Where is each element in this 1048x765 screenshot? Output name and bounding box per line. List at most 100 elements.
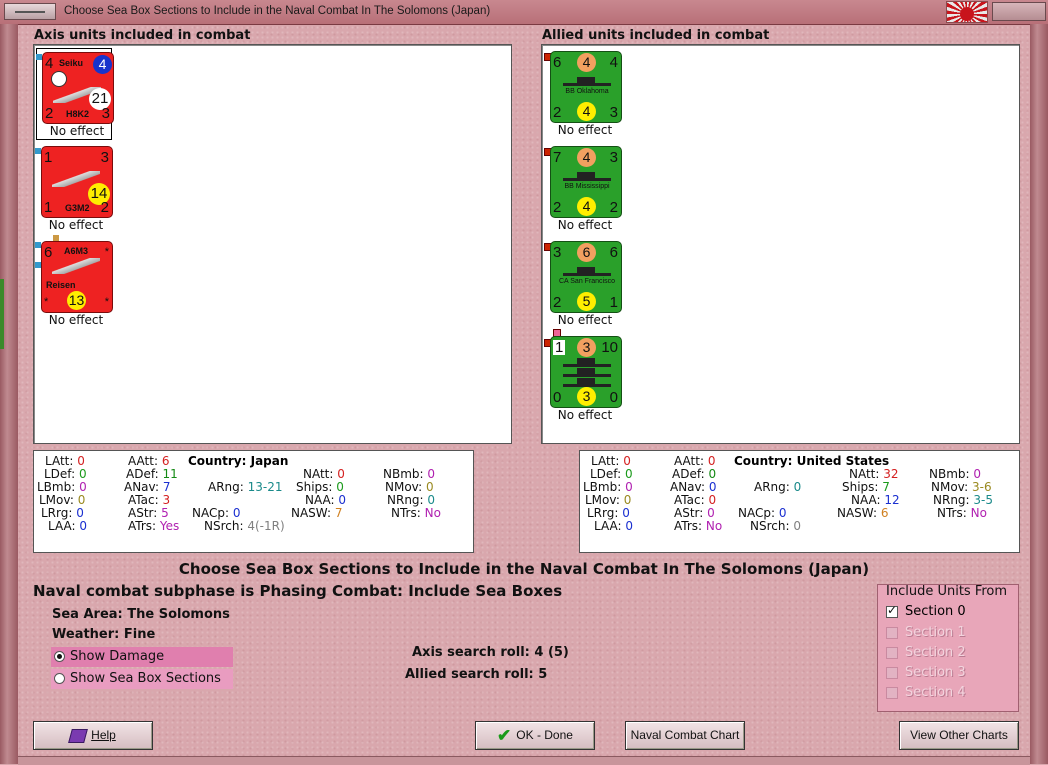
axis-unit-a6m3[interactable]: 6 A6M3 * Reisen 13 * * No effect: [35, 235, 113, 330]
stat-ships: Ships: 0: [296, 480, 344, 494]
stat-value: 3-6: [971, 480, 992, 494]
axis-unit-h8k2[interactable]: 4 4 Seiku 21 2 H8K2 3 No effect: [36, 48, 114, 140]
stat-nacp: NACp: 0: [738, 506, 787, 520]
unit-name: H8K2: [66, 109, 90, 119]
axis-unit-g3m2[interactable]: 1 3 14 1 G3M2 2 No effect: [35, 143, 113, 235]
counter-value: 1: [553, 339, 566, 356]
checkbox-disabled: [886, 667, 898, 679]
stat-value: 0: [337, 467, 345, 481]
stat-value: 3-5: [973, 493, 994, 507]
counter-value: *: [104, 246, 109, 258]
counter-value: 4: [577, 102, 596, 121]
counter-value: 3: [577, 387, 596, 406]
allied-heading: Allied units included in combat: [542, 28, 770, 43]
radio-unselected[interactable]: [54, 673, 65, 684]
unit-effect: No effect: [49, 124, 105, 138]
naval-combat-chart-button[interactable]: Naval Combat Chart: [625, 721, 745, 750]
checkbox-label: Section 3: [905, 665, 966, 680]
counter-value: 4: [577, 197, 596, 216]
stat-value: 0: [79, 480, 87, 494]
radio-selected[interactable]: [54, 651, 65, 662]
subphase-text: Naval combat subphase is Phasing Combat:…: [33, 582, 563, 600]
book-icon: [68, 728, 89, 743]
counter-value: 0: [609, 389, 618, 406]
unit-name: BB Oklahoma: [565, 88, 609, 95]
stat-nacp: NACp: 0: [192, 506, 241, 520]
group-title: Include Units From: [886, 584, 1008, 599]
stat-arng: ARng: 0: [754, 480, 802, 494]
stat-value: 3: [162, 493, 171, 507]
unit-effect: No effect: [557, 218, 613, 232]
unit-effect: No effect: [557, 408, 613, 422]
stat-value: No: [424, 506, 441, 520]
checkbox-label: Section 2: [905, 645, 966, 660]
stat-lmov: LMov: 0: [585, 493, 632, 507]
stat-value: 0: [707, 506, 715, 520]
checkbox-disabled: [886, 647, 898, 659]
button-label: OK - Done: [516, 728, 573, 742]
stat-value: 0: [77, 454, 85, 468]
stat-lmov: LMov: 0: [39, 493, 86, 507]
unit-counter: 1 3 14 1 G3M2 2: [41, 146, 113, 218]
axis-stats-panel: LAtt: 0 LDef: 0 LBmb: 0 LMov: 0 LRrg: 0 …: [33, 450, 474, 553]
counter-value: 2: [553, 199, 562, 216]
counter-value: 3: [100, 149, 109, 166]
stat-lrrg: LRrg: 0: [41, 506, 84, 520]
view-other-charts-button[interactable]: View Other Charts: [899, 721, 1019, 750]
ship-icon: [563, 264, 611, 276]
stat-value: 0: [79, 519, 87, 533]
stat-value: 6: [880, 506, 889, 520]
stat-nrng: NRng: 3-5: [933, 493, 994, 507]
show-sections-option[interactable]: Show Sea Box Sections: [51, 669, 233, 689]
counter-value: 4: [93, 55, 112, 74]
allied-unit-bb-oklahoma[interactable]: 6 4 4 BB Oklahoma 2 4 3 No effect: [544, 48, 622, 140]
allied-unit-ca-san-francisco[interactable]: 3 6 6 CA San Francisco 2 5 1 No effect: [544, 238, 622, 330]
counter-value: 2: [553, 294, 562, 311]
japan-flag-icon: [946, 1, 988, 23]
stat-country: Country: United States: [734, 454, 889, 468]
allied-unit-bb-mississippi[interactable]: 7 4 3 BB Mississippi 2 4 2 No effect: [544, 143, 622, 235]
help-button[interactable]: Help: [33, 721, 153, 750]
counter-value: 1: [44, 199, 53, 216]
title-bar: Choose Sea Box Sections to Include in th…: [0, 0, 1048, 25]
unit-name: Reisen: [46, 280, 76, 290]
unit-effect: No effect: [557, 123, 613, 137]
button-label: Help: [91, 728, 116, 742]
stat-anav: ANav: 7: [124, 480, 171, 494]
counter-value: 5: [577, 292, 596, 311]
ship-icon: [563, 375, 611, 387]
stat-nbmb: NBmb: 0: [929, 467, 982, 481]
system-menu-button[interactable]: [4, 3, 56, 20]
checkbox-disabled: [886, 627, 898, 639]
stat-value: 0: [708, 467, 717, 481]
stat-arng: ARng: 13-21: [208, 480, 283, 494]
unit-counter: 6 4 4 BB Oklahoma 2 4 3: [550, 51, 622, 123]
checkbox-disabled: [886, 687, 898, 699]
unit-counter: 4 4 Seiku 21 2 H8K2 3: [42, 52, 114, 124]
stat-country: Country: Japan: [188, 454, 288, 468]
stat-latt: LAtt: 0: [591, 454, 631, 468]
stat-value: 0: [623, 493, 632, 507]
allied-unit-fleet-stack[interactable]: 1 3 10 0 3 0 No effect: [544, 329, 622, 425]
counter-value: 1: [609, 294, 618, 311]
stat-value: 0: [622, 506, 630, 520]
stat-value: 0: [625, 480, 633, 494]
ok-done-button[interactable]: ✔ OK - Done: [475, 721, 595, 750]
stat-lrrg: LRrg: 0: [587, 506, 630, 520]
stat-value: 0: [707, 454, 716, 468]
stat-value: No: [970, 506, 987, 520]
stat-natt: NAtt: 32: [849, 467, 899, 481]
show-damage-option[interactable]: Show Damage: [51, 647, 233, 667]
option-label: Show Damage: [70, 649, 165, 664]
stat-ldef: LDef: 0: [590, 467, 633, 481]
window-frame-left: [0, 24, 18, 764]
checkbox-checked[interactable]: [886, 603, 898, 618]
window-control-button[interactable]: [992, 2, 1046, 21]
counter-value: 3: [609, 104, 618, 121]
counter-value: 2: [45, 105, 54, 122]
checkbox-label: Section 4: [905, 685, 966, 700]
counter-value: 10: [601, 339, 618, 356]
ship-icon: [563, 169, 611, 181]
counter-value: 3: [101, 105, 110, 122]
stat-ntrs: NTrs: No: [391, 506, 441, 520]
